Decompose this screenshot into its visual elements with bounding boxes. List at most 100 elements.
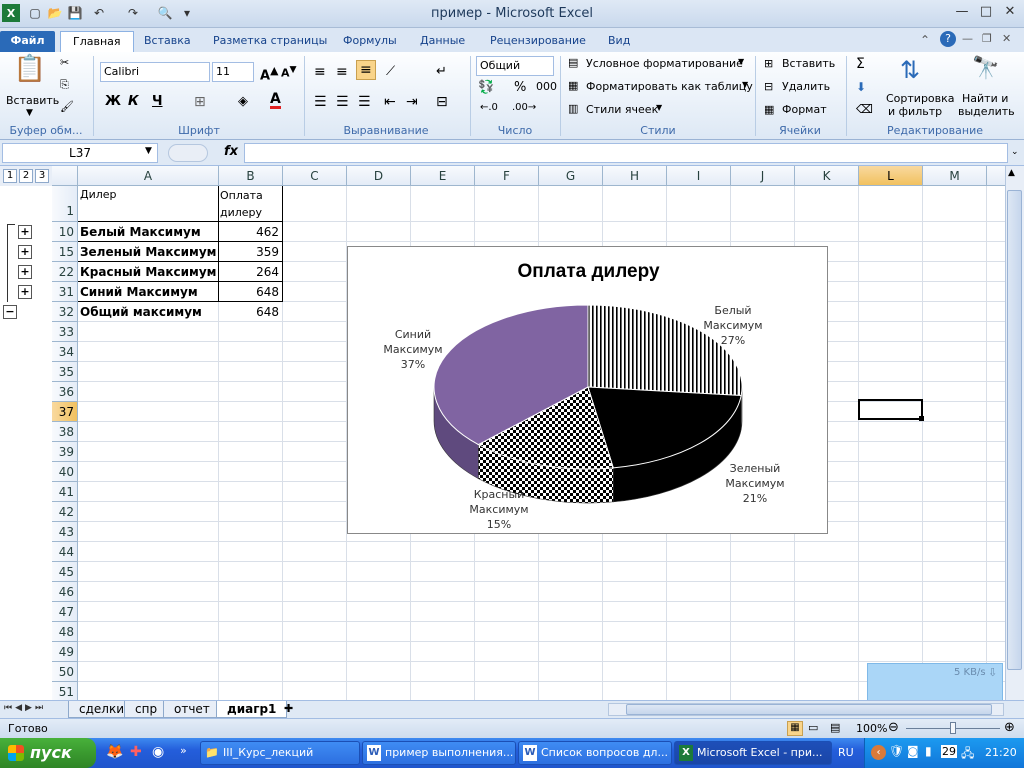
decrease-indent-icon[interactable]: ⇤ [384,94,396,110]
security-shield-icon[interactable]: 🛡 [889,744,904,758]
sheet-tab-chart[interactable]: диагр1 [216,701,288,718]
task-word-2[interactable]: W Список вопросов дл... [518,741,672,765]
fill-color-icon[interactable]: ◈ [238,94,248,109]
cell-a[interactable]: Белый Максимум [80,223,218,241]
column-header-overflow[interactable] [987,166,1007,186]
underline-button[interactable]: Ч [152,94,163,109]
minimize-ribbon-icon[interactable]: ⌃ [920,33,930,47]
column-header-H[interactable]: H [603,166,667,186]
format-painter-icon[interactable]: 🖌 [60,100,74,113]
increase-decimal-icon[interactable]: ←.0 [480,102,498,113]
paste-icon[interactable]: 📋 [6,54,54,94]
outline-level-2[interactable]: 2 [19,169,33,183]
column-header-L[interactable]: L [859,166,923,186]
cell-b[interactable]: Оплата дилеру [220,187,282,221]
row-header[interactable]: 32 [52,302,78,322]
row-header[interactable]: 38 [52,422,78,442]
font-name-select[interactable]: Calibri [100,62,210,82]
pie-data-label[interactable]: Синий Максимум 37% [378,327,448,372]
align-right-icon[interactable]: ☰ [358,94,371,110]
italic-button[interactable]: К [128,94,139,109]
doc-close-button[interactable]: ✕ [1002,32,1011,45]
vertical-scroll-thumb[interactable] [1007,190,1022,670]
wrap-text-icon[interactable]: ↵ [436,64,447,79]
format-as-table-button[interactable]: Форматировать как таблицу [586,80,753,93]
firefox-icon[interactable]: 🦊 [106,744,123,760]
row-header[interactable]: 35 [52,362,78,382]
align-left-icon[interactable]: ☰ [314,94,327,110]
zoom-out-icon[interactable]: ⊖ [888,720,899,735]
doc-restore-button[interactable]: ❐ [982,32,992,45]
font-size-select[interactable]: 11 [212,62,254,82]
align-middle-icon[interactable]: ≡ [336,64,348,80]
row-header[interactable]: 48 [52,622,78,642]
row-header[interactable]: 31 [52,282,78,302]
insert-function-button[interactable]: fx [224,144,238,159]
horizontal-scroll-thumb[interactable] [626,704,992,715]
row-header[interactable]: 10 [52,222,78,242]
fill-handle[interactable] [919,416,924,421]
language-indicator[interactable]: RU [838,746,854,759]
shrink-font-icon[interactable]: A▼ [281,64,297,80]
minimize-button[interactable]: — [950,2,974,22]
outline-collapse-button[interactable]: − [3,305,17,319]
outline-expand-button[interactable]: + [18,265,32,279]
cut-icon[interactable]: ✂ [60,56,69,69]
network-icon[interactable]: 🖧 [961,744,974,765]
task-excel[interactable]: X Microsoft Excel - при... [674,741,832,765]
column-header-K[interactable]: K [795,166,859,186]
row-header[interactable]: 46 [52,582,78,602]
outline-level-3[interactable]: 3 [35,169,49,183]
outline-expand-button[interactable]: + [18,225,32,239]
outline-expand-button[interactable]: + [18,245,32,259]
tab-page-layout[interactable]: Разметка страницы [201,31,339,52]
sheet-tab-report[interactable]: отчет [163,701,221,718]
help-icon[interactable]: ? [940,31,956,47]
formula-bar-resize-handle[interactable] [168,144,208,162]
select-all-corner[interactable] [52,166,78,186]
copy-icon[interactable]: ⎘ [60,78,69,92]
column-header-F[interactable]: F [475,166,539,186]
fill-icon[interactable]: ⬇ [856,80,866,94]
tray-counter[interactable]: 29 [941,745,957,758]
find-select-label-2[interactable]: выделить [958,105,1015,118]
task-folder[interactable]: 📁 III_Курс_лекций [200,741,360,765]
paste-dropdown-icon[interactable]: ▼ [26,108,33,118]
borders-icon[interactable]: ⊞ [194,94,206,110]
row-header[interactable]: 50 [52,662,78,682]
clock[interactable]: 21:20 [985,746,1017,759]
tab-review[interactable]: Рецензирование [478,31,598,52]
column-header-D[interactable]: D [347,166,411,186]
outline-level-1[interactable]: 1 [3,169,17,183]
sheet-tab-spr[interactable]: спр [124,701,169,718]
cell-b[interactable]: 264 [220,263,282,281]
grow-font-icon[interactable]: A▲ [260,64,278,83]
cell-b[interactable]: 359 [220,243,282,261]
zoom-level[interactable]: 100% [856,722,887,735]
row-header[interactable]: 51 [52,682,78,702]
row-header[interactable]: 39 [52,442,78,462]
doc-minimize-button[interactable]: — [962,32,973,45]
insert-cells-button[interactable]: Вставить [782,57,835,70]
row-header[interactable]: 47 [52,602,78,622]
tab-view[interactable]: Вид [596,31,642,52]
delete-cells-button[interactable]: Удалить [782,80,830,93]
pie-data-label[interactable]: Зеленый Максимум 21% [720,461,790,506]
font-color-icon[interactable]: A [270,92,281,109]
zoom-slider-thumb[interactable] [950,722,956,734]
maximize-button[interactable]: □ [974,2,998,22]
column-header-A[interactable]: A [78,166,219,186]
row-header[interactable]: 43 [52,522,78,542]
clear-icon[interactable]: ⌫ [856,102,873,116]
tab-insert[interactable]: Вставка [132,31,203,52]
column-header-C[interactable]: C [283,166,347,186]
column-header-B[interactable]: B [219,166,283,186]
row-header[interactable]: 22 [52,262,78,282]
page-layout-view-icon[interactable]: ▭ [808,721,818,734]
formula-input[interactable] [244,143,1008,163]
decrease-decimal-icon[interactable]: .00→ [512,102,536,113]
pie-chart[interactable]: Оплата дилеру Белый Максимум 27% Зеленый М… [347,246,828,534]
align-top-icon[interactable]: ≡ [314,64,326,80]
tab-formulas[interactable]: Формулы [331,31,409,52]
tab-home[interactable]: Главная [60,31,134,52]
